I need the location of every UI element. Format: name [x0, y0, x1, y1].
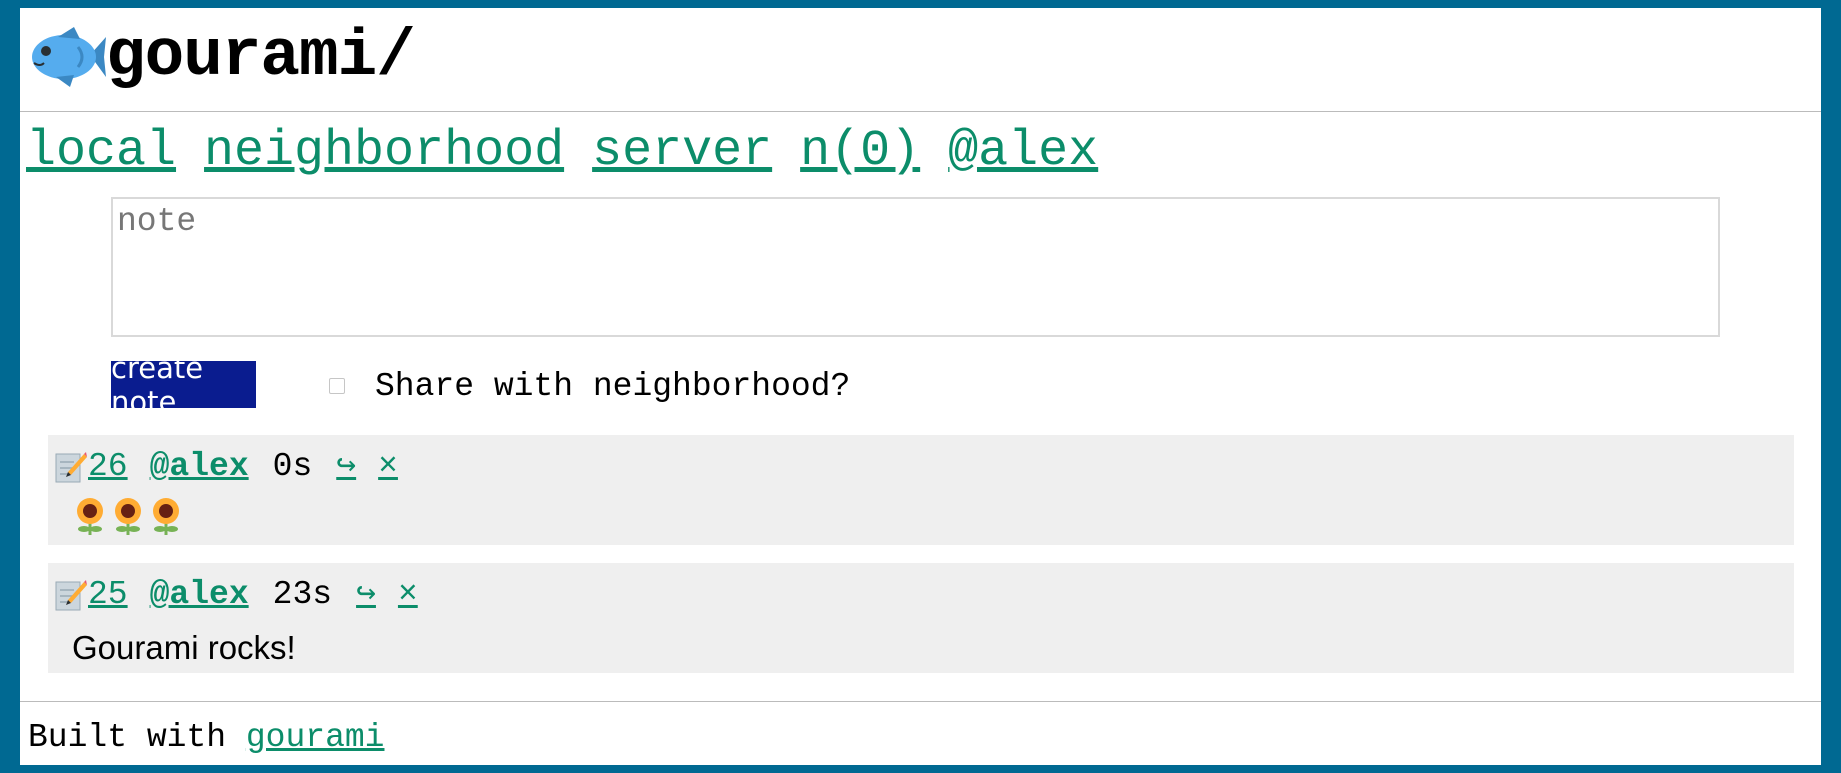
main-nav: local neighborhood server n(0) @alex — [26, 123, 1126, 181]
footer-gourami-link[interactable]: gourami — [246, 719, 385, 756]
sunflower-icon — [153, 498, 179, 535]
fish-icon — [32, 27, 106, 87]
nav-profile[interactable]: @alex — [948, 123, 1098, 180]
post-id-link[interactable]: 26 — [88, 447, 128, 487]
reply-icon[interactable]: ↪ — [356, 575, 376, 615]
share-checkbox[interactable] — [329, 378, 345, 394]
nav-local[interactable]: local — [26, 123, 176, 180]
post-body — [72, 497, 184, 535]
post-time: 0s — [272, 448, 313, 485]
reply-icon[interactable]: ↪ — [336, 447, 356, 487]
page: gourami/ local neighborhood server n(0) @ale… — [20, 8, 1821, 765]
post: 25 @alex 23s ↪ × Gourami rocks! — [48, 563, 1794, 673]
footer-text: Built with gourami — [28, 720, 384, 756]
create-note-button[interactable]: create note — [111, 351, 256, 419]
post-id-link[interactable]: 25 — [88, 575, 128, 615]
post-body: Gourami rocks! — [72, 629, 296, 666]
post-meta: 26 @alex 0s ↪ × — [54, 447, 420, 487]
header: gourami/ — [20, 8, 1821, 112]
memo-icon — [55, 452, 87, 483]
post: 26 @alex 0s ↪ × — [48, 435, 1794, 545]
delete-icon[interactable]: × — [398, 575, 418, 615]
note-textarea[interactable]: note — [111, 197, 1720, 337]
site-title: gourami/ — [106, 19, 416, 94]
delete-icon[interactable]: × — [378, 447, 398, 487]
post-time: 23s — [272, 576, 333, 613]
sunflower-icon — [77, 498, 103, 535]
nav-notifications[interactable]: n(0) — [800, 123, 920, 180]
share-label: Share with neighborhood? — [375, 368, 851, 405]
post-user-link[interactable]: @alex — [150, 575, 249, 615]
post-meta: 25 @alex 23s ↪ × — [54, 575, 440, 615]
nav-neighborhood[interactable]: neighborhood — [204, 123, 564, 180]
logo[interactable]: gourami/ — [28, 19, 416, 94]
sunflower-icon — [115, 498, 141, 535]
footer-built-with: Built with — [28, 719, 227, 756]
memo-icon — [55, 580, 87, 611]
nav-server[interactable]: server — [592, 123, 772, 180]
footer: Built with gourami — [20, 701, 1821, 766]
post-user-link[interactable]: @alex — [150, 447, 249, 487]
